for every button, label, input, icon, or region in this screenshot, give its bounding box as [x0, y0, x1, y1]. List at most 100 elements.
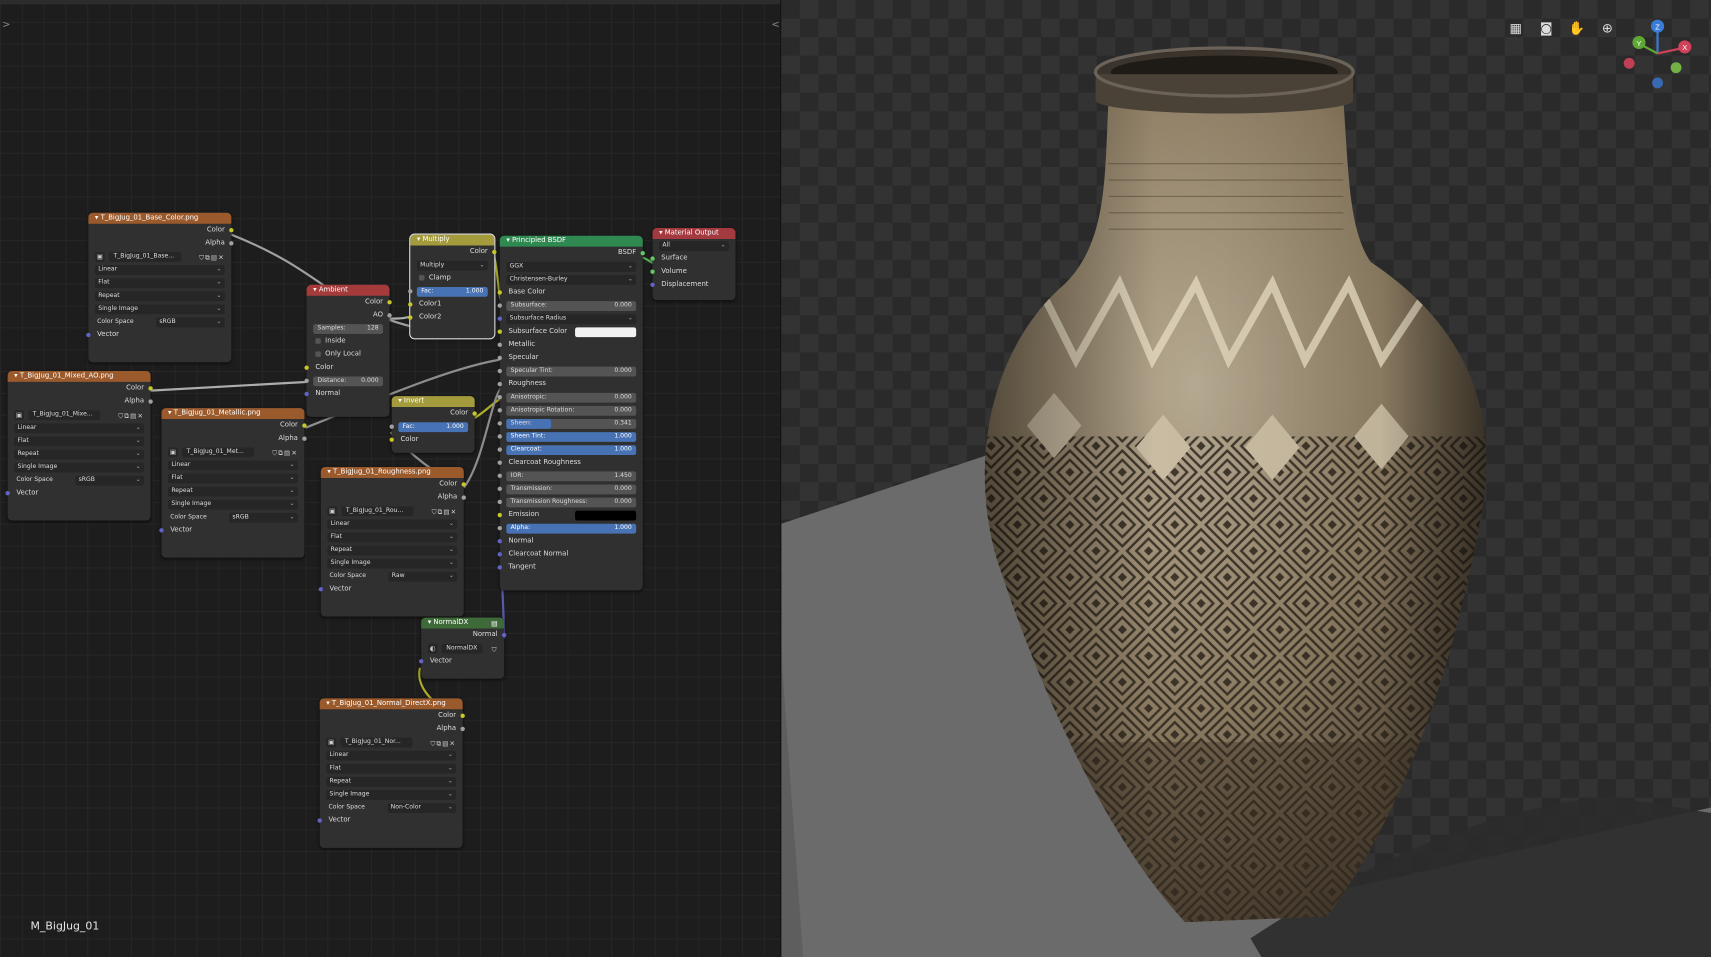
socket[interactable] [472, 411, 477, 416]
ior-field[interactable]: IOR: 1.450 [506, 471, 637, 482]
socket[interactable] [460, 726, 465, 732]
projection-dropdown[interactable]: Flat ⌄ [94, 278, 225, 289]
socket[interactable] [408, 302, 413, 307]
socket[interactable] [387, 313, 392, 318]
grid-icon[interactable]: ▦ [1506, 19, 1526, 39]
node-header[interactable]: ▾ Ambient [306, 284, 390, 296]
fac-slider[interactable]: Fac: 1.000 [416, 286, 488, 297]
color-space-dropdown[interactable]: sRGB ⌄ [75, 475, 145, 486]
node-header[interactable]: ▾ NormalDX ▤ [421, 617, 505, 630]
only-local-checkbox[interactable] [315, 350, 321, 357]
zoom-icon[interactable]: ⊕ [1598, 19, 1618, 39]
emission-color-swatch[interactable] [575, 510, 637, 521]
socket[interactable] [650, 282, 655, 287]
socket[interactable] [497, 421, 502, 426]
color-space-dropdown[interactable]: sRGB ⌄ [229, 512, 298, 523]
socket[interactable] [497, 316, 502, 321]
source-dropdown[interactable]: Single Image ⌄ [326, 790, 457, 800]
navigation-gizmo[interactable]: Z X Y [1619, 15, 1695, 91]
only-local-checkbox-row[interactable]: Only Local [307, 348, 390, 361]
socket[interactable] [497, 473, 502, 478]
node-editor[interactable]: > <> ▾ T_BigJug_01_Base_Color.png Color … [0, 0, 782, 957]
node-header[interactable]: ▾ T_BigJug_01_Base_Color.png [88, 212, 232, 224]
socket[interactable] [229, 241, 234, 246]
node-header[interactable]: ▾ T_BigJug_01_Metallic.png [161, 408, 305, 420]
sidebar-left-arrow-icon[interactable]: > [2, 20, 10, 31]
socket[interactable] [497, 329, 502, 334]
node-material-output[interactable]: ▾ Material Output All ⌄ Surface Volume Di… [650, 228, 736, 301]
socket[interactable] [5, 491, 10, 496]
sheen-slider[interactable]: Sheen: 0.341 [506, 419, 637, 429]
socket[interactable] [497, 539, 502, 544]
socket[interactable] [460, 713, 465, 719]
fac-slider[interactable]: Fac: 1.000 [398, 422, 469, 433]
transmission-slider[interactable]: Transmission: 0.000 [506, 484, 637, 495]
projection-dropdown[interactable]: Flat ⌄ [327, 532, 458, 543]
socket[interactable] [640, 250, 645, 256]
socket[interactable] [389, 437, 394, 442]
specular-tint-slider[interactable]: Specular Tint: 0.000 [506, 366, 637, 377]
socket[interactable] [497, 565, 502, 570]
node-principled-bsdf[interactable]: ▾ Principled BSDF BSDF GGX ⌄ Christensen-… [497, 235, 645, 591]
transmission-roughness-slider[interactable]: Transmission Roughness: 0.000 [506, 497, 637, 508]
subsurface-method-dropdown[interactable]: Christensen-Burley ⌄ [506, 274, 637, 285]
node-metallic-texture[interactable]: ▾ T_BigJug_01_Metallic.png Color Alpha ▣… [159, 408, 307, 558]
subsurface-slider[interactable]: Subsurface: 0.000 [506, 301, 637, 311]
node-header[interactable]: ▾ T_BigJug_01_Normal_DirectX.png [319, 698, 463, 710]
image-name-field[interactable]: T_BigJug_01_Mixe... [28, 410, 101, 421]
gizmo-neg-x[interactable] [1623, 57, 1635, 69]
extension-dropdown[interactable]: Repeat ⌄ [94, 291, 225, 302]
distribution-dropdown[interactable]: GGX ⌄ [506, 261, 637, 272]
extension-dropdown[interactable]: Repeat ⌄ [326, 776, 457, 787]
socket[interactable] [86, 332, 91, 338]
extension-dropdown[interactable]: Repeat ⌄ [168, 486, 298, 497]
image-browse-icon[interactable]: ▣ [326, 737, 337, 748]
samples-field[interactable]: Samples: 128 [313, 324, 384, 334]
socket[interactable] [148, 399, 153, 404]
node-header[interactable]: ▾ Multiply [410, 234, 495, 246]
socket[interactable] [497, 512, 502, 518]
socket[interactable] [497, 552, 502, 557]
socket[interactable] [304, 391, 309, 397]
socket[interactable] [408, 315, 413, 320]
socket[interactable] [497, 290, 502, 295]
socket[interactable] [148, 386, 153, 391]
group-name-field[interactable]: NormalDX [441, 643, 483, 654]
gizmo-neg-y[interactable] [1670, 62, 1682, 74]
node-header[interactable]: ▾ Material Output [652, 228, 736, 239]
image-name-field[interactable]: T_BigJug_01_Met... [182, 447, 255, 458]
source-dropdown[interactable]: Single Image ⌄ [327, 558, 458, 569]
image-browse-icon[interactable]: ▣ [94, 252, 105, 262]
inside-checkbox[interactable] [315, 337, 321, 344]
source-dropdown[interactable]: Single Image ⌄ [168, 499, 298, 510]
interpolation-dropdown[interactable]: Linear ⌄ [168, 460, 298, 471]
node-multiply[interactable]: ▾ Multiply Color Multiply ⌄ Clamp Fac: 1.0… [408, 233, 497, 340]
interpolation-dropdown[interactable]: Linear ⌄ [327, 519, 458, 530]
image-name-field[interactable]: T_BigJug_01_Base... [109, 252, 182, 262]
group-icon[interactable]: ▤ [491, 619, 497, 630]
projection-dropdown[interactable]: Flat ⌄ [326, 763, 457, 774]
projection-dropdown[interactable]: Flat ⌄ [14, 436, 145, 447]
image-name-field[interactable]: T_BigJug_01_Rou... [341, 506, 414, 517]
socket[interactable] [408, 289, 413, 294]
distance-field[interactable]: Distance: 0.000 [313, 376, 384, 387]
socket[interactable] [302, 423, 307, 428]
socket[interactable] [461, 495, 466, 500]
blend-mode-dropdown[interactable]: Multiply ⌄ [416, 260, 488, 271]
socket[interactable] [497, 525, 502, 531]
image-browse-icon[interactable]: ▣ [168, 447, 178, 458]
3d-viewport[interactable]: ▦ ◙ ✋ ⊕ Z X Y [781, 0, 1711, 957]
extension-dropdown[interactable]: Repeat ⌄ [14, 449, 145, 460]
node-base-color-texture[interactable]: ▾ T_BigJug_01_Base_Color.png Color Alpha… [86, 212, 234, 363]
socket[interactable] [497, 486, 502, 492]
hand-icon[interactable]: ✋ [1567, 19, 1587, 39]
camera-icon[interactable]: ◙ [1536, 19, 1556, 39]
gizmo-neg-z[interactable] [1652, 77, 1663, 89]
socket[interactable] [159, 528, 164, 533]
image-name-field[interactable]: T_BigJug_01_Nor... [340, 737, 413, 748]
socket[interactable] [497, 303, 502, 308]
image-browse-icon[interactable]: ▣ [327, 506, 338, 517]
socket[interactable] [317, 818, 322, 823]
clamp-checkbox-row[interactable]: Clamp [410, 272, 494, 285]
socket[interactable] [650, 256, 655, 261]
